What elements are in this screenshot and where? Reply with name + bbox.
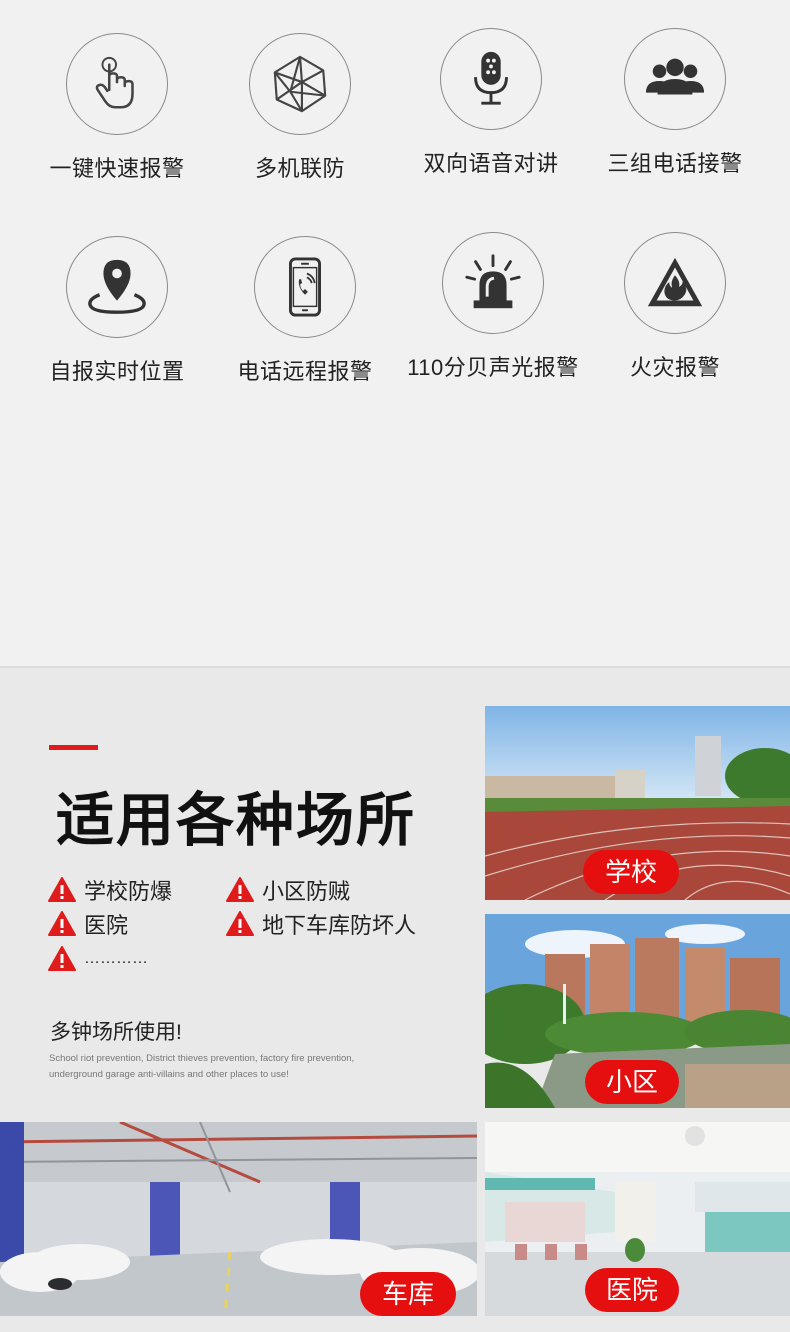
place-item-label: …………	[84, 950, 148, 967]
feature-label: 电话远程报警	[237, 359, 373, 384]
place-item-label: 小区防贼	[262, 879, 351, 904]
places-subtitle: 多钟场所使用!	[50, 1021, 182, 1044]
photo-hospital: 医院	[485, 1122, 790, 1316]
place-item-label: 学校防爆	[84, 879, 173, 904]
microphone-icon	[474, 51, 508, 105]
feature-two-way-voice: 双向语音对讲	[396, 28, 586, 178]
feature-one-key-alarm: 一键快速报警	[22, 33, 212, 183]
feature-label: 一键快速报警	[49, 156, 185, 181]
network-polyhedron-icon	[273, 55, 327, 113]
feature-three-phones: 三组电话接警	[580, 28, 770, 178]
location-pin-icon	[88, 259, 146, 314]
feature-icon-circle	[66, 33, 168, 135]
feature-multi-device: 多机联防	[205, 33, 395, 183]
place-item-label: 地下车库防坏人	[262, 913, 417, 938]
place-item-label: 医院	[84, 913, 129, 938]
place-item: 医院	[48, 908, 128, 940]
warning-icon	[48, 877, 76, 902]
feature-icon-circle	[249, 33, 351, 135]
feature-icon-circle	[254, 236, 356, 338]
feature-label: 火灾报警	[629, 355, 720, 380]
photo-residential: 小区	[485, 914, 790, 1108]
place-item: …………	[48, 946, 148, 972]
mobile-phone-icon	[289, 257, 321, 317]
fire-warning-icon	[647, 257, 703, 307]
photo-tag: 学校	[583, 850, 679, 894]
feature-icon-circle	[624, 232, 726, 334]
feature-label: 三组电话接警	[607, 151, 743, 176]
user-group-icon	[645, 58, 705, 95]
feature-icon-circle	[624, 28, 726, 130]
photo-school: 学校	[485, 706, 790, 900]
photo-tag: 车库	[360, 1272, 456, 1316]
places-description: School riot prevention, District thieves…	[49, 1053, 355, 1080]
warning-icon	[48, 946, 76, 971]
feature-label: 多机联防	[254, 156, 345, 181]
feature-icon-circle	[440, 28, 542, 130]
feature-realtime-location: 自报实时位置	[22, 236, 212, 386]
feature-label: 双向语音对讲	[423, 151, 559, 176]
feature-remote-alarm: 电话远程报警	[210, 236, 400, 386]
feature-label: 110分贝声光报警	[407, 355, 579, 380]
warning-icon	[226, 911, 254, 936]
feature-fire-alarm: 火灾报警	[580, 232, 770, 382]
warning-icon	[226, 877, 254, 902]
photo-tag: 医院	[585, 1268, 679, 1312]
feature-icon-circle	[442, 232, 544, 334]
place-item: 学校防爆	[48, 874, 172, 906]
places-section: 适用各种场所 学校防爆 小区防贼 医院 地下车库防坏人 ………… 多钟场所使用!…	[0, 668, 790, 1332]
place-item: 小区防贼	[226, 874, 350, 906]
accent-bar	[49, 745, 98, 750]
finger-press-icon	[95, 56, 134, 109]
feature-label: 自报实时位置	[49, 359, 185, 384]
photo-garage: 车库	[0, 1122, 477, 1316]
photo-tag: 小区	[585, 1060, 679, 1104]
warning-icon	[48, 911, 76, 936]
alarm-siren-icon	[465, 254, 521, 309]
places-title: 适用各种场所	[56, 788, 417, 853]
features-section: 一键快速报警 多机联防 双向语音对讲 三组电话接警 自报实时位置 电话远程报警 …	[0, 0, 790, 668]
feature-110db-alarm: 110分贝声光报警	[398, 232, 588, 382]
place-item: 地下车库防坏人	[226, 908, 416, 940]
feature-icon-circle	[66, 236, 168, 338]
